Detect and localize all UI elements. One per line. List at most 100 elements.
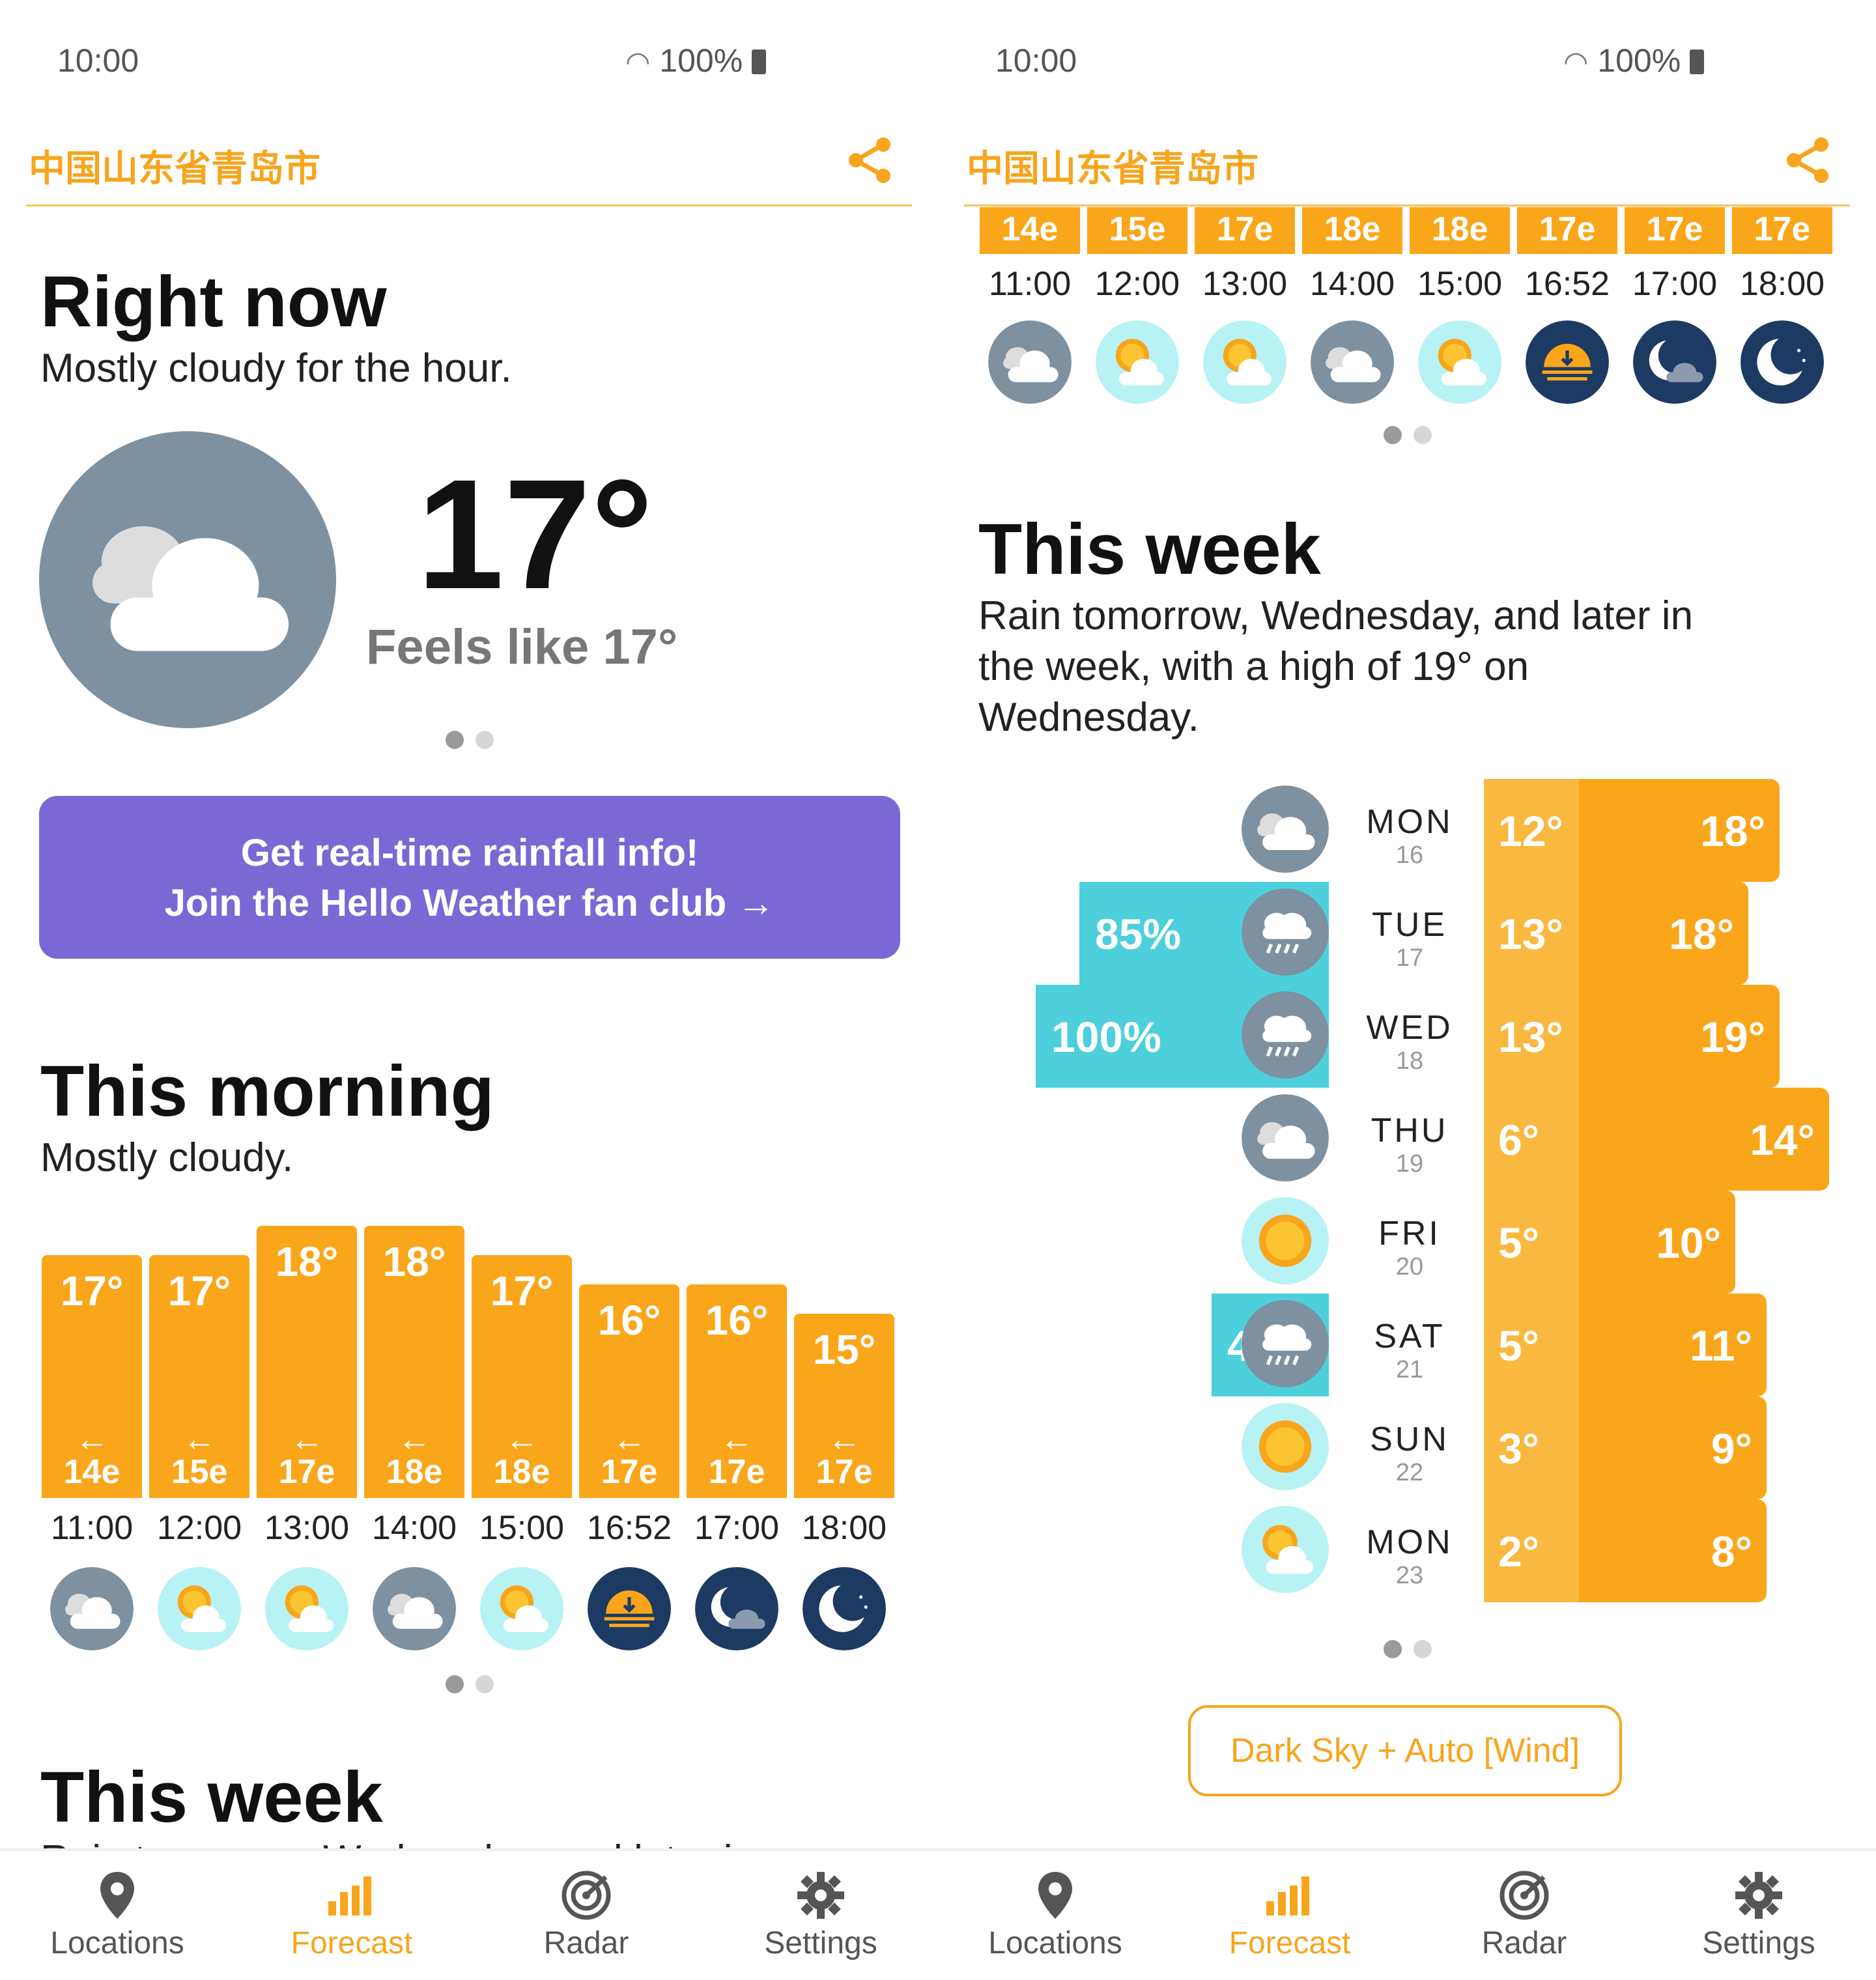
page-dot-active[interactable] <box>446 731 464 749</box>
nav-forecast[interactable]: Forecast <box>254 1851 449 1980</box>
hourly-time: 13:00 <box>264 1509 350 1547</box>
page-dot-active[interactable] <box>1384 426 1402 444</box>
radar-icon <box>560 1869 612 1921</box>
rain-icon <box>1242 1300 1329 1387</box>
nav-label: Locations <box>988 1926 1122 1960</box>
share-icon[interactable] <box>844 134 896 186</box>
low-temp-label: 12° <box>1498 807 1563 855</box>
wifi-icon: ◠ <box>625 46 651 78</box>
hourly-time: 11:00 <box>50 1509 134 1547</box>
page-dot[interactable] <box>1414 426 1432 444</box>
location-title[interactable]: 中国山东省青岛市 <box>29 139 320 192</box>
wind-speed-pill: 18e <box>1410 207 1510 254</box>
page-dot-active[interactable] <box>446 1675 464 1693</box>
nav-label: Forecast <box>291 1926 413 1960</box>
hourly-time: 13:00 <box>1202 265 1288 303</box>
nav-radar[interactable]: Radar <box>489 1851 684 1980</box>
high-temp-label: 10° <box>1656 1219 1721 1267</box>
page-dot[interactable] <box>1414 1640 1432 1658</box>
bar-chart-icon <box>1264 1869 1316 1921</box>
hourly-time: 15:00 <box>1417 265 1503 303</box>
hourly-temp-label: 17° <box>490 1267 554 1314</box>
current-temperature: 17° <box>417 447 653 621</box>
this-week-summary-line-3: Wednesday. <box>978 695 1199 740</box>
day-name: MON <box>1366 803 1453 841</box>
temperature-range-bar: 3° 9° <box>1484 1396 1767 1499</box>
nav-forecast[interactable]: Forecast <box>1192 1851 1387 1980</box>
temperature-range-bar: 2° 8° <box>1484 1499 1767 1602</box>
day-date: 23 <box>1395 1562 1424 1589</box>
status-time-left: 10:00 <box>57 42 139 79</box>
sunset-icon <box>1526 320 1609 404</box>
hourly-temp-label: 18° <box>382 1238 446 1285</box>
current-weather-cloudy-icon <box>39 431 336 728</box>
day-date: 18 <box>1395 1047 1424 1075</box>
nav-radar[interactable]: Radar <box>1427 1851 1622 1980</box>
location-pin-icon <box>91 1869 143 1921</box>
wind-speed-label: 17e <box>816 1453 873 1491</box>
hourly-time: 12:00 <box>156 1509 242 1547</box>
wifi-icon: ◠ <box>1563 46 1589 78</box>
hourly-temp-label: 17° <box>60 1267 124 1314</box>
hourly-time: 17:00 <box>694 1509 780 1547</box>
cloudy-icon <box>988 320 1072 404</box>
rain-icon <box>1242 888 1329 976</box>
temperature-range-bar: 6° 14° <box>1484 1088 1829 1191</box>
wind-speed-label: 17e <box>708 1453 765 1491</box>
low-temp-label: 5° <box>1498 1219 1540 1267</box>
high-temp-label: 19° <box>1700 1013 1765 1061</box>
hourly-temp-bar: 17° ← 18e <box>472 1254 572 1498</box>
data-source-button[interactable]: Dark Sky + Auto [Wind] <box>1188 1705 1622 1796</box>
day-name: TUE <box>1372 906 1447 944</box>
high-temp-label: 18° <box>1700 807 1765 855</box>
partly-sunny-icon <box>480 1567 563 1650</box>
hourly-time: 11:00 <box>988 265 1072 303</box>
day-date: 22 <box>1395 1459 1424 1486</box>
partly-sunny-icon <box>158 1567 241 1650</box>
hourly-temp-label: 16° <box>705 1296 769 1344</box>
nav-settings[interactable]: Settings <box>1661 1851 1856 1980</box>
nav-label: Radar <box>543 1926 629 1960</box>
hourly-time: 14:00 <box>1309 265 1395 303</box>
status-right-right: ◠ 100% <box>1563 42 1705 79</box>
this-morning-title: This morning <box>40 1051 494 1131</box>
sunny-icon <box>1242 1197 1329 1284</box>
wind-speed-pill: 18e <box>1302 207 1402 254</box>
high-temp-label: 8° <box>1711 1527 1752 1576</box>
header-divider <box>964 205 1850 206</box>
hourly-time: 15:00 <box>479 1509 565 1547</box>
hourly-time: 18:00 <box>801 1509 887 1547</box>
hourly-temp-bar: 16° ← 17e <box>687 1284 787 1498</box>
share-icon[interactable] <box>1782 134 1834 186</box>
promo-banner[interactable]: Get real-time rainfall info! Join the He… <box>39 796 900 959</box>
temperature-range-bar: 12° 18° <box>1484 779 1780 882</box>
low-temp-label: 3° <box>1498 1424 1540 1473</box>
location-title[interactable]: 中国山东省青岛市 <box>967 139 1258 192</box>
this-week-title-left: This week <box>40 1757 383 1837</box>
temperature-range-bar: 5° 10° <box>1484 1191 1735 1294</box>
wind-speed-label: 14e <box>63 1453 121 1491</box>
this-week-summary-line-1: Rain tomorrow, Wednesday, and later in <box>978 593 1694 638</box>
page-dot[interactable] <box>476 731 494 749</box>
cloudy-icon <box>1311 320 1394 404</box>
rain-probability-label: 85% <box>1095 910 1182 958</box>
day-date: 16 <box>1395 842 1424 869</box>
nav-locations[interactable]: Locations <box>958 1851 1153 1980</box>
page-dot-active[interactable] <box>1384 1640 1402 1658</box>
feels-like: Feels like 17° <box>366 619 678 675</box>
wind-speed-pill: 15e <box>1087 207 1187 254</box>
battery-icon <box>1690 50 1705 74</box>
hourly-strip-right: 14e 11:00 15e 12:00 17e 13:00 18e 14:00 18e 15:00… <box>980 207 1834 409</box>
high-temp-label: 11° <box>1689 1322 1752 1370</box>
hourly-temp-bar: 18° ← 18e <box>364 1225 464 1498</box>
night-icon <box>803 1567 886 1650</box>
nav-locations[interactable]: Locations <box>20 1851 215 1980</box>
nav-label: Settings <box>764 1926 877 1960</box>
rain-probability-label: 100% <box>1051 1013 1161 1061</box>
cloudy-icon <box>50 1567 134 1650</box>
this-week-title: This week <box>978 509 1321 589</box>
page-dot[interactable] <box>476 1675 494 1693</box>
hourly-temp-bar: 17° ← 14e <box>42 1254 142 1498</box>
right-now-title: Right now <box>40 262 387 342</box>
nav-settings[interactable]: Settings <box>723 1851 918 1980</box>
